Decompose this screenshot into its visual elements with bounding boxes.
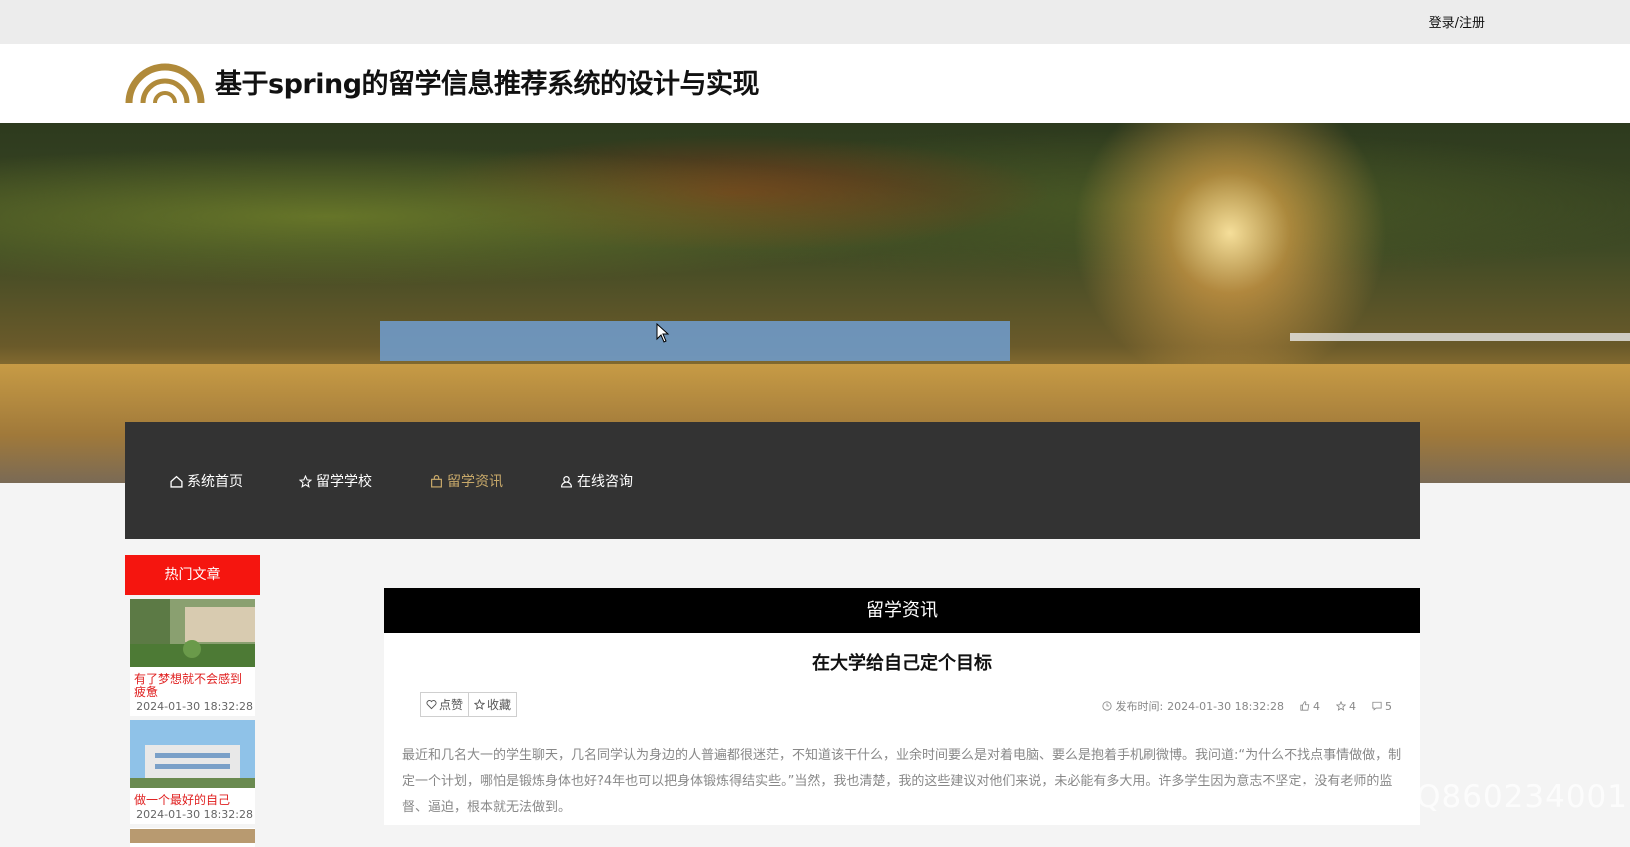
hot-article-title[interactable]: 做一个最好的自己 xyxy=(130,792,255,807)
like-label: 点赞 xyxy=(439,698,464,712)
main-nav: 系统首页 留学学校 留学资讯 在线咨询 xyxy=(125,422,1420,539)
home-icon xyxy=(170,475,183,488)
article-thumbnail xyxy=(130,720,255,788)
user-icon xyxy=(561,475,572,488)
hot-article-card[interactable]: 做一个最好的自己 2024-01-30 18:32:28 xyxy=(130,720,255,824)
article-body: 最近和几名大一的学生聊天，几名同学认为身边的人普遍都很迷茫，不知道该干什么，业余… xyxy=(402,748,1402,815)
heart-icon xyxy=(426,700,437,710)
collect-label: 收藏 xyxy=(487,698,512,712)
nav-item-consult[interactable]: 在线咨询 xyxy=(560,471,633,491)
thumbs-up-icon xyxy=(1300,701,1310,711)
mouse-cursor-icon xyxy=(656,323,670,343)
hot-article-date: 2024-01-30 18:32:28 xyxy=(136,700,253,713)
collect-button[interactable]: 收藏 xyxy=(469,692,518,717)
star-icon xyxy=(1336,701,1346,711)
hot-article-title[interactable]: 有了梦想就不会感到疲惫 xyxy=(130,671,255,699)
collect-count: 4 xyxy=(1336,700,1356,713)
article-meta: 发布时间: 2024-01-30 18:32:28 4 4 5 xyxy=(1086,698,1392,714)
comment-count-value: 5 xyxy=(1385,699,1392,713)
hot-article-card[interactable]: 有了梦想就不会感到疲惫 2024-01-30 18:32:28 xyxy=(130,599,255,716)
comment-count: 5 xyxy=(1372,700,1392,713)
nav-item-home[interactable]: 系统首页 xyxy=(170,471,243,491)
clock-icon xyxy=(1102,701,1113,711)
star-icon xyxy=(474,699,486,710)
like-count-value: 4 xyxy=(1313,699,1320,713)
hot-articles-sidebar: 热门文章 有了梦想就不会感到疲惫 2024-01-30 18:32:28 做一个… xyxy=(125,555,260,847)
hot-article-date: 2024-01-30 18:32:28 xyxy=(136,808,253,821)
like-button[interactable]: 点赞 xyxy=(420,692,470,717)
like-count: 4 xyxy=(1300,700,1320,713)
article-thumbnail xyxy=(130,829,255,843)
nav-item-schools[interactable]: 留学学校 xyxy=(299,471,372,491)
logo-icon xyxy=(125,63,205,104)
login-register-link[interactable]: 登录/注册 xyxy=(1429,12,1485,31)
article-actions: 点赞 收藏 xyxy=(420,692,518,717)
nav-item-label: 留学资讯 xyxy=(447,474,503,490)
article-title: 在大学给自己定个目标 xyxy=(812,653,992,674)
site-header: 基于spring的留学信息推荐系统的设计与实现 xyxy=(0,44,1630,123)
publish-time-label: 发布时间: xyxy=(1115,700,1164,713)
collect-count-value: 4 xyxy=(1349,699,1356,713)
section-title: 留学资讯 xyxy=(384,588,1420,633)
top-bar: 登录/注册 xyxy=(0,0,1630,44)
watermark: CSDN @QQ860234001 xyxy=(1255,779,1628,815)
nav-item-news[interactable]: 留学资讯 xyxy=(430,471,503,491)
article-thumbnail xyxy=(130,599,255,667)
hot-article-card[interactable] xyxy=(130,828,255,847)
hot-articles-title: 热门文章 xyxy=(125,555,260,595)
bag-icon xyxy=(431,474,442,488)
publish-time: 发布时间: 2024-01-30 18:32:28 xyxy=(1102,698,1284,714)
nav-item-label: 在线咨询 xyxy=(577,474,633,490)
site-title: 基于spring的留学信息推荐系统的设计与实现 xyxy=(215,69,760,100)
nav-item-label: 留学学校 xyxy=(316,474,372,490)
comment-icon xyxy=(1372,701,1382,711)
publish-time-value: 2024-01-30 18:32:28 xyxy=(1167,699,1284,713)
star-icon xyxy=(299,474,312,488)
nav-item-label: 系统首页 xyxy=(187,474,243,490)
